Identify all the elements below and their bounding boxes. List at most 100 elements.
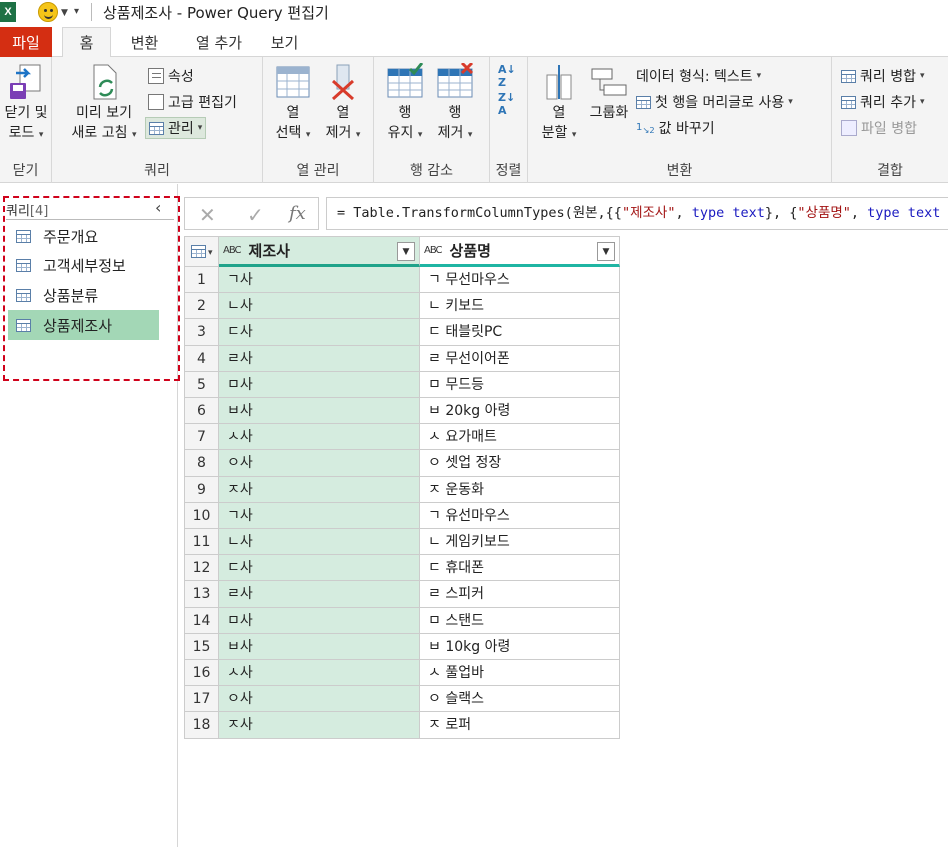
cell-manufacturer[interactable]: ㄱ사	[219, 502, 420, 529]
cell-product-name[interactable]: ㅁ 무드등	[420, 371, 620, 398]
cell-product-name[interactable]: ㅁ 스탠드	[420, 607, 620, 634]
cell-product-name[interactable]: ㄱ 무선마우스	[420, 267, 620, 294]
cell-product-name[interactable]: ㄹ 무선이어폰	[420, 345, 620, 372]
remove-rows-button[interactable]: 행 제거 ▾	[432, 63, 478, 145]
row-number[interactable]: 1	[184, 267, 219, 294]
collapse-pane-chevron-left-icon[interactable]: ‹	[155, 198, 161, 217]
cell-manufacturer[interactable]: ㄹ사	[219, 345, 420, 372]
data-type-dropdown[interactable]: 데이터 형식: 텍스트 ▾	[636, 65, 761, 87]
row-number[interactable]: 5	[184, 371, 219, 398]
cell-manufacturer[interactable]: ㅈ사	[219, 476, 420, 503]
sort-descending-button[interactable]: Z↓ A	[498, 91, 515, 117]
cell-manufacturer[interactable]: ㄷ사	[219, 319, 420, 346]
cell-manufacturer[interactable]: ㅅ사	[219, 424, 420, 451]
properties-button[interactable]: 속성	[148, 65, 194, 87]
manage-button[interactable]: 관리 ▾	[145, 117, 207, 139]
cell-product-name[interactable]: ㅈ 운동화	[420, 476, 620, 503]
row-number[interactable]: 18	[184, 712, 219, 739]
cell-manufacturer[interactable]: ㅇ사	[219, 686, 420, 713]
use-first-row-as-headers-button[interactable]: 첫 행을 머리글로 사용 ▾	[636, 91, 793, 113]
row-number[interactable]: 2	[184, 293, 219, 320]
smiley-chevron-down-icon[interactable]: ▼	[61, 8, 68, 18]
cell-product-name[interactable]: ㄱ 유선마우스	[420, 502, 620, 529]
cell-manufacturer[interactable]: ㄱ사	[219, 267, 420, 294]
tab-file[interactable]: 파일	[0, 27, 52, 57]
choose-columns-button[interactable]: 열 선택 ▾	[271, 63, 315, 145]
cancel-formula-icon[interactable]: ✕	[199, 203, 216, 227]
cell-product-name[interactable]: ㅈ 로퍼	[420, 712, 620, 739]
column-header-product-name[interactable]: ABC 상품명 ▼	[420, 236, 620, 267]
table-row: 18 ㅈ사 ㅈ 로퍼	[184, 712, 620, 739]
row-number[interactable]: 11	[184, 529, 219, 556]
row-number[interactable]: 7	[184, 424, 219, 451]
cell-product-name[interactable]: ㄷ 휴대폰	[420, 555, 620, 582]
row-number[interactable]: 3	[184, 319, 219, 346]
cell-manufacturer[interactable]: ㅂ사	[219, 398, 420, 425]
filter-dropdown-icon[interactable]: ▼	[597, 242, 615, 261]
cell-manufacturer[interactable]: ㅁ사	[219, 607, 420, 634]
row-number[interactable]: 12	[184, 555, 219, 582]
tab-transform[interactable]: 변환	[122, 27, 167, 57]
cell-manufacturer[interactable]: ㅇ사	[219, 450, 420, 477]
tab-home[interactable]: 홈	[62, 27, 111, 58]
column-header-manufacturer[interactable]: ABC 제조사 ▼	[219, 236, 420, 267]
group-by-button[interactable]: 그룹화	[586, 63, 632, 123]
queries-header-divider	[6, 219, 174, 220]
row-number[interactable]: 14	[184, 607, 219, 634]
cell-product-name[interactable]: ㅂ 20kg 아령	[420, 398, 620, 425]
quick-access-customize-icon[interactable]: ▾	[74, 6, 79, 17]
cell-manufacturer[interactable]: ㅂ사	[219, 633, 420, 660]
cell-product-name[interactable]: ㅅ 요가매트	[420, 424, 620, 451]
cell-manufacturer[interactable]: ㅅ사	[219, 660, 420, 687]
cell-manufacturer[interactable]: ㄹ사	[219, 581, 420, 608]
cell-manufacturer[interactable]: ㄴ사	[219, 293, 420, 320]
text-type-icon[interactable]: ABC	[424, 245, 442, 256]
table-row: 17 ㅇ사 ㅇ 슬랙스	[184, 686, 620, 713]
sort-ascending-button[interactable]: A↓ Z	[498, 63, 516, 89]
cell-product-name[interactable]: ㅇ 슬랙스	[420, 686, 620, 713]
cell-product-name[interactable]: ㅅ 풀업바	[420, 660, 620, 687]
fx-icon[interactable]: fx	[289, 203, 306, 224]
cell-product-name[interactable]: ㄴ 게임키보드	[420, 529, 620, 556]
filter-dropdown-icon[interactable]: ▼	[397, 242, 415, 261]
cell-product-name[interactable]: ㄴ 키보드	[420, 293, 620, 320]
append-queries-button[interactable]: 쿼리 추가 ▾	[841, 91, 925, 113]
row-number[interactable]: 6	[184, 398, 219, 425]
row-number[interactable]: 4	[184, 345, 219, 372]
query-item-product-category[interactable]: 상품분류	[8, 280, 159, 310]
cell-product-name[interactable]: ㄹ 스피커	[420, 581, 620, 608]
row-number[interactable]: 17	[184, 686, 219, 713]
row-number[interactable]: 9	[184, 476, 219, 503]
row-number[interactable]: 10	[184, 502, 219, 529]
formula-input[interactable]: = Table.TransformColumnTypes(원본,{{"제조사",…	[326, 197, 948, 230]
feedback-smiley-icon[interactable]	[38, 2, 58, 22]
replace-values-button[interactable]: 1↘2 값 바꾸기	[636, 117, 715, 139]
query-item-product-manufacturer[interactable]: 상품제조사	[8, 310, 159, 340]
cell-manufacturer[interactable]: ㄷ사	[219, 555, 420, 582]
query-item-order-summary[interactable]: 주문개요	[8, 221, 159, 251]
text-type-icon[interactable]: ABC	[223, 245, 241, 256]
close-and-load-button[interactable]: 닫기 및 로드 ▾	[0, 63, 52, 145]
table-menu-button[interactable]: ▾	[184, 236, 219, 267]
advanced-editor-button[interactable]: 고급 편집기	[148, 91, 237, 113]
cell-product-name[interactable]: ㅇ 셋업 정장	[420, 450, 620, 477]
keep-rows-button[interactable]: 행 유지 ▾	[382, 63, 428, 145]
tab-view[interactable]: 보기	[262, 27, 307, 57]
combine-files-button[interactable]: 파일 병합	[841, 117, 917, 139]
cell-manufacturer[interactable]: ㅈ사	[219, 712, 420, 739]
remove-columns-button[interactable]: 열 제거 ▾	[321, 63, 365, 145]
row-number[interactable]: 15	[184, 633, 219, 660]
cell-manufacturer[interactable]: ㅁ사	[219, 371, 420, 398]
row-number[interactable]: 16	[184, 660, 219, 687]
split-column-button[interactable]: 열 분할 ▾	[534, 63, 584, 145]
tab-add-column[interactable]: 열 추가	[188, 27, 250, 57]
cell-manufacturer[interactable]: ㄴ사	[219, 529, 420, 556]
cell-product-name[interactable]: ㅂ 10kg 아령	[420, 633, 620, 660]
row-number[interactable]: 8	[184, 450, 219, 477]
refresh-preview-button[interactable]: 미리 보기 새로 고침 ▾	[66, 63, 142, 145]
query-item-customer-details[interactable]: 고객세부정보	[8, 250, 159, 280]
commit-formula-icon[interactable]: ✓	[247, 203, 264, 227]
cell-product-name[interactable]: ㄷ 태블릿PC	[420, 319, 620, 346]
merge-queries-button[interactable]: 쿼리 병합 ▾	[841, 65, 925, 87]
row-number[interactable]: 13	[184, 581, 219, 608]
